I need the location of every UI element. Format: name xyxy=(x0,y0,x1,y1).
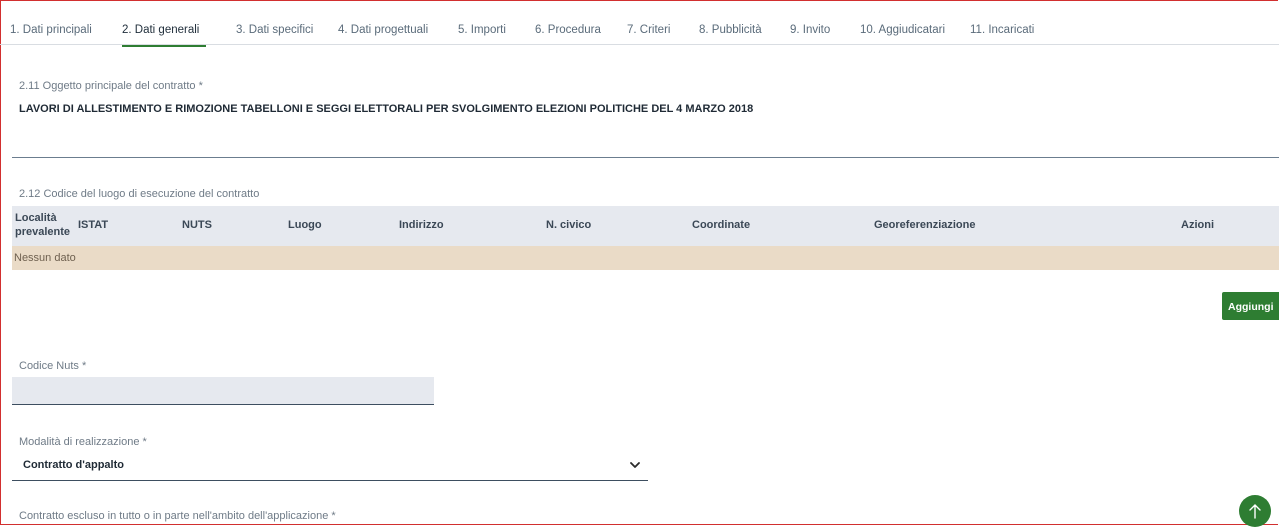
chevron-down-icon xyxy=(630,462,640,468)
arrow-up-icon xyxy=(1249,504,1261,519)
tab-incaricati[interactable]: 11. Incaricati xyxy=(970,14,1060,44)
col-localita-line2: prevalente xyxy=(15,226,71,238)
tab-dati-progettuali[interactable]: 4. Dati progettuali xyxy=(338,14,458,44)
tab-dati-generali[interactable]: 2. Dati generali xyxy=(122,14,206,47)
codice-nuts-input[interactable] xyxy=(12,377,434,405)
tab-importi[interactable]: 5. Importi xyxy=(458,14,535,44)
col-civico: N. civico xyxy=(546,219,592,231)
col-indirizzo: Indirizzo xyxy=(399,219,444,231)
col-azioni: Azioni xyxy=(1181,219,1214,231)
tab-criteri[interactable]: 7. Criteri xyxy=(627,14,699,44)
oggetto-underline xyxy=(12,157,1279,158)
tab-pubblicita[interactable]: 8. Pubblicità xyxy=(699,14,790,44)
luogo-table-header: Località prevalente ISTAT NUTS Luogo Ind… xyxy=(12,206,1279,246)
tabs-divider xyxy=(0,44,1279,45)
add-luogo-button[interactable]: Aggiungi xyxy=(1222,292,1279,320)
col-georef: Georeferenziazione xyxy=(874,219,976,231)
tab-bar: 1. Dati principali 2. Dati generali 3. D… xyxy=(10,14,1060,47)
modalita-label: Modalità di realizzazione * xyxy=(19,436,147,448)
modalita-selected-value: Contratto d'appalto xyxy=(23,459,124,471)
col-coordinate: Coordinate xyxy=(692,219,751,231)
modalita-select[interactable]: Contratto d'appalto xyxy=(12,456,648,481)
col-localita-line1: Località xyxy=(15,212,57,224)
tab-aggiudicatari[interactable]: 10. Aggiudicatari xyxy=(860,14,970,44)
codice-nuts-label: Codice Nuts * xyxy=(19,360,87,372)
contratto-escluso-label: Contratto escluso in tutto o in parte ne… xyxy=(19,510,336,522)
empty-message: Nessun dato xyxy=(14,252,76,264)
col-nuts: NUTS xyxy=(182,219,212,231)
table-empty-row: Nessun dato xyxy=(12,246,1279,270)
tab-dati-specifici[interactable]: 3. Dati specifici xyxy=(236,14,338,44)
col-luogo: Luogo xyxy=(288,219,322,231)
tab-dati-principali[interactable]: 1. Dati principali xyxy=(10,14,122,44)
oggetto-label: 2.11 Oggetto principale del contratto * xyxy=(19,80,203,92)
oggetto-value[interactable]: LAVORI DI ALLESTIMENTO E RIMOZIONE TABEL… xyxy=(19,103,753,115)
col-istat: ISTAT xyxy=(78,219,109,231)
tab-procedura[interactable]: 6. Procedura xyxy=(535,14,627,44)
scroll-top-button[interactable] xyxy=(1239,495,1271,527)
luogo-table-label: 2.12 Codice del luogo di esecuzione del … xyxy=(19,188,260,200)
tab-invito[interactable]: 9. Invito xyxy=(790,14,860,44)
